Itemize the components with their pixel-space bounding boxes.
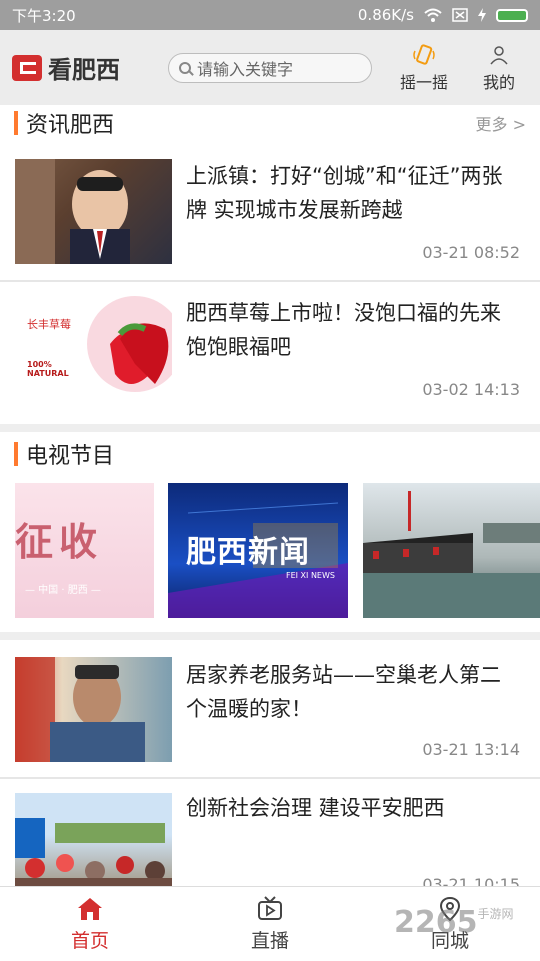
nav-home-label: 首页 <box>70 929 109 952</box>
home-icon <box>78 897 102 920</box>
shake-label: 摇一摇 <box>399 72 448 92</box>
shake-phone-icon <box>412 43 436 67</box>
search-input[interactable]: 请输入关键字 <box>168 52 372 83</box>
watermark: 2265手游网 <box>394 905 514 940</box>
news-title: 居家养老服务站——空巢老人第二个温暖的家！ <box>186 663 501 721</box>
tv-card[interactable]: 肥西新闻 FEI XI NEWS <box>168 483 348 618</box>
watermark-number: 2265 <box>394 905 478 940</box>
tv-card-title: 肥西新闻 <box>186 535 310 570</box>
news-item[interactable]: 创新社会治理 建设平安肥西 03-21 10:15 <box>0 779 540 898</box>
news-thumbnail <box>15 657 172 762</box>
news-time: 03-02 14:13 <box>422 380 520 399</box>
app-logo: 看肥西 <box>12 50 152 85</box>
status-icons: 0.86K/s <box>358 6 528 24</box>
tv-card-sub: FEI XI NEWS <box>286 571 335 580</box>
tv-play-icon <box>258 895 282 920</box>
battery-icon <box>496 8 528 22</box>
search-placeholder: 请输入关键字 <box>197 59 294 79</box>
mine-label: 我的 <box>482 72 515 92</box>
news-time: 03-21 08:52 <box>422 243 520 262</box>
news-time: 03-21 13:14 <box>422 740 520 759</box>
status-time: 下午3:20 <box>12 6 76 25</box>
section-title: 资讯肥西 <box>14 107 114 139</box>
logo-text: 看肥西 <box>48 56 120 84</box>
section-accent-bar <box>14 111 18 135</box>
tv-card[interactable] <box>363 483 540 618</box>
thumb-brand-text: 长丰草莓 <box>27 318 71 331</box>
nav-home[interactable]: 首页 <box>30 887 150 961</box>
tv-card-sub: — 中国 · 肥西 — <box>25 585 101 596</box>
news-title: 肥西草莓上市啦！没饱口福的先来饱饱眼福吧 <box>186 301 501 359</box>
status-bar: 下午3:20 0.86K/s <box>0 0 540 30</box>
nav-live-label: 直播 <box>250 929 289 952</box>
sim-off-icon <box>452 8 468 22</box>
news-title: 上派镇：打好“创城”和“征迁”两张牌 实现城市发展新跨越 <box>186 164 503 222</box>
logo-mark-icon <box>12 54 42 81</box>
news-item[interactable]: 上派镇：打好“创城”和“征迁”两张牌 实现城市发展新跨越 03-21 08:52 <box>0 141 540 280</box>
tv-card-title: 征收 <box>15 519 104 564</box>
news-title: 创新社会治理 建设平安肥西 <box>186 796 445 820</box>
news-item[interactable]: 长丰草莓 100% NATURAL 肥西草莓上市啦！没饱口福的先来饱饱眼福吧 0… <box>0 282 540 424</box>
watermark-sub: 手游网 <box>477 907 514 921</box>
more-link[interactable]: 更多 > <box>476 111 527 135</box>
news-section-header: 资讯肥西 更多 > <box>0 105 540 141</box>
section-title: 电视节目 <box>14 438 114 470</box>
thumb-natural-text: 100% NATURAL <box>27 360 69 378</box>
mine-button[interactable]: 我的 <box>474 30 524 105</box>
wifi-icon <box>424 8 442 22</box>
section-accent-bar <box>14 442 18 466</box>
section-gap <box>0 424 540 432</box>
network-speed: 0.86K/s <box>357 6 414 24</box>
tv-card[interactable]: 征收 — 中国 · 肥西 — <box>15 483 154 618</box>
tv-section-title: 电视节目 <box>26 444 115 469</box>
user-icon <box>487 43 511 67</box>
news-section-title: 资讯肥西 <box>26 113 115 138</box>
section-gap <box>0 632 540 640</box>
nav-live[interactable]: 直播 <box>210 887 330 961</box>
news-item[interactable]: 居家养老服务站——空巢老人第二个温暖的家！ 03-21 13:14 <box>0 640 540 777</box>
shake-button[interactable]: 摇一摇 <box>394 30 454 105</box>
news-thumbnail: 长丰草莓 100% NATURAL <box>15 294 172 399</box>
news-thumbnail <box>15 159 172 264</box>
search-icon <box>179 61 191 74</box>
app-header: 看肥西 请输入关键字 摇一摇 我的 <box>0 30 540 105</box>
news-thumbnail <box>15 793 172 898</box>
charging-icon <box>478 8 486 22</box>
